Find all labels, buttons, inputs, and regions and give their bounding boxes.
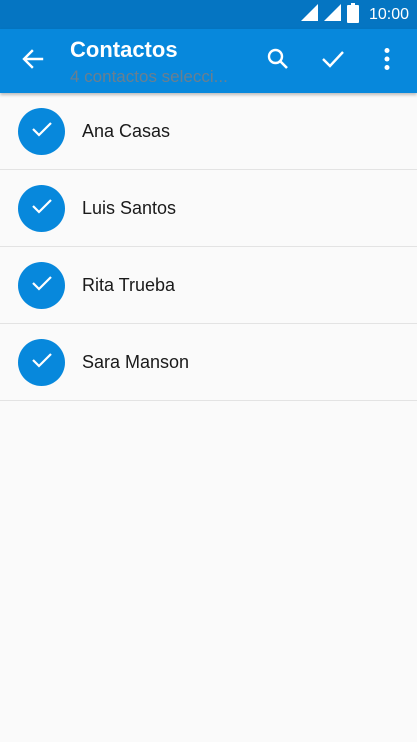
contact-list: Ana Casas Luis Santos Rita Trueba Sara M… — [0, 93, 417, 401]
page-subtitle: 4 contactos selecci... — [70, 67, 228, 86]
search-button[interactable] — [255, 37, 301, 85]
status-time: 10:00 — [368, 6, 409, 23]
contact-name: Rita Trueba — [82, 275, 176, 295]
contact-item[interactable]: Rita Trueba — [0, 247, 417, 324]
selected-check[interactable] — [18, 262, 65, 309]
contact-name: Ana Casas — [82, 121, 171, 141]
signal-icon — [323, 4, 341, 26]
contact-item[interactable]: Ana Casas — [0, 93, 417, 170]
selected-check[interactable] — [18, 108, 65, 155]
check-icon — [31, 349, 53, 376]
app-bar: Contactos 4 contactos selecci... — [0, 29, 417, 93]
more-vert-icon — [383, 47, 391, 76]
check-icon — [321, 47, 345, 76]
check-icon — [31, 118, 53, 145]
battery-icon — [346, 2, 359, 28]
contact-name: Sara Manson — [82, 352, 190, 372]
contact-name: Luis Santos — [82, 198, 177, 218]
back-button[interactable] — [10, 37, 56, 85]
contact-item[interactable]: Sara Manson — [0, 324, 417, 401]
status-icons: 10:00 — [300, 2, 409, 28]
search-icon — [266, 47, 290, 76]
selected-check[interactable] — [18, 185, 65, 232]
confirm-button[interactable] — [310, 37, 356, 85]
page-title: Contactos — [70, 37, 178, 62]
more-options-button[interactable] — [364, 37, 410, 85]
selected-check[interactable] — [18, 339, 65, 386]
back-arrow-icon — [22, 48, 44, 75]
signal-icon — [300, 4, 318, 26]
check-icon — [31, 195, 53, 222]
status-bar: 10:00 — [0, 0, 417, 29]
contact-item[interactable]: Luis Santos — [0, 170, 417, 247]
check-icon — [31, 272, 53, 299]
